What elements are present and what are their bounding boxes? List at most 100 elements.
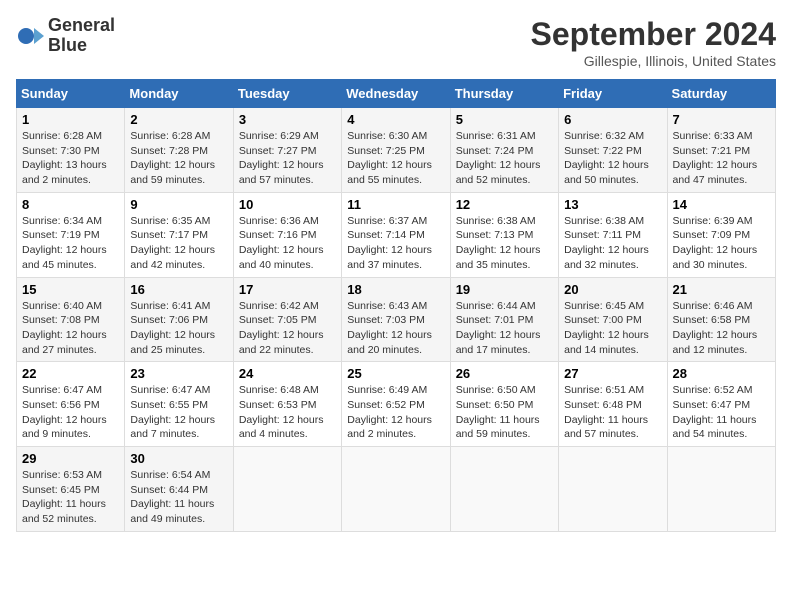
month-title: September 2024 bbox=[531, 16, 776, 53]
day-number: 20 bbox=[564, 282, 661, 297]
day-number: 30 bbox=[130, 451, 227, 466]
calendar-cell: 25 Sunrise: 6:49 AM Sunset: 6:52 PM Dayli… bbox=[342, 362, 450, 447]
logo-icon bbox=[16, 22, 44, 50]
day-number: 3 bbox=[239, 112, 336, 127]
day-number: 25 bbox=[347, 366, 444, 381]
day-number: 5 bbox=[456, 112, 553, 127]
day-info: Sunrise: 6:36 AM Sunset: 7:16 PM Dayligh… bbox=[239, 214, 336, 273]
col-monday: Monday bbox=[125, 80, 233, 108]
day-info: Sunrise: 6:43 AM Sunset: 7:03 PM Dayligh… bbox=[347, 299, 444, 358]
calendar-cell: 21 Sunrise: 6:46 AM Sunset: 6:58 PM Dayli… bbox=[667, 277, 775, 362]
calendar-table: Sunday Monday Tuesday Wednesday Thursday… bbox=[16, 79, 776, 532]
day-number: 4 bbox=[347, 112, 444, 127]
calendar-cell: 18Sunrise: 6:43 AM Sunset: 7:03 PM Dayli… bbox=[342, 277, 450, 362]
day-number: 22 bbox=[22, 366, 119, 381]
calendar-cell: 29 Sunrise: 6:53 AM Sunset: 6:45 PM Dayli… bbox=[17, 447, 125, 532]
calendar-cell: 17 Sunrise: 6:42 AM Sunset: 7:05 PM Dayli… bbox=[233, 277, 341, 362]
day-number: 19 bbox=[456, 282, 553, 297]
calendar-body: 1Sunrise: 6:28 AM Sunset: 7:30 PM Daylig… bbox=[17, 108, 776, 532]
day-info: Sunrise: 6:53 AM Sunset: 6:45 PM Dayligh… bbox=[22, 468, 119, 527]
day-number: 9 bbox=[130, 197, 227, 212]
day-info: Sunrise: 6:39 AM Sunset: 7:09 PM Dayligh… bbox=[673, 214, 770, 273]
calendar-cell: 8 Sunrise: 6:34 AM Sunset: 7:19 PM Daylig… bbox=[17, 192, 125, 277]
day-number: 16 bbox=[130, 282, 227, 297]
day-info: Sunrise: 6:38 AM Sunset: 7:11 PM Dayligh… bbox=[564, 214, 661, 273]
calendar-cell: 28 Sunrise: 6:52 AM Sunset: 6:47 PM Dayli… bbox=[667, 362, 775, 447]
day-info: Sunrise: 6:38 AM Sunset: 7:13 PM Dayligh… bbox=[456, 214, 553, 273]
calendar-cell: 10 Sunrise: 6:36 AM Sunset: 7:16 PM Dayli… bbox=[233, 192, 341, 277]
day-number: 26 bbox=[456, 366, 553, 381]
title-section: September 2024 Gillespie, Illinois, Unit… bbox=[531, 16, 776, 69]
calendar-cell: 26 Sunrise: 6:50 AM Sunset: 6:50 PM Dayli… bbox=[450, 362, 558, 447]
day-info: Sunrise: 6:40 AM Sunset: 7:08 PM Dayligh… bbox=[22, 299, 119, 358]
day-info: Sunrise: 6:46 AM Sunset: 6:58 PM Dayligh… bbox=[673, 299, 770, 358]
day-number: 14 bbox=[673, 197, 770, 212]
logo: General Blue bbox=[16, 16, 115, 56]
calendar-cell: 24 Sunrise: 6:48 AM Sunset: 6:53 PM Dayli… bbox=[233, 362, 341, 447]
calendar-cell: 13 Sunrise: 6:38 AM Sunset: 7:11 PM Dayli… bbox=[559, 192, 667, 277]
day-info: Sunrise: 6:52 AM Sunset: 6:47 PM Dayligh… bbox=[673, 383, 770, 442]
calendar-row-3: 15 Sunrise: 6:40 AM Sunset: 7:08 PM Dayli… bbox=[17, 277, 776, 362]
col-friday: Friday bbox=[559, 80, 667, 108]
page-header: General Blue September 2024 Gillespie, I… bbox=[16, 16, 776, 69]
day-info: Sunrise: 6:28 AM Sunset: 7:28 PM Dayligh… bbox=[130, 129, 227, 188]
col-saturday: Saturday bbox=[667, 80, 775, 108]
calendar-cell: 5 Sunrise: 6:31 AM Sunset: 7:24 PM Daylig… bbox=[450, 108, 558, 193]
calendar-cell: 27 Sunrise: 6:51 AM Sunset: 6:48 PM Dayli… bbox=[559, 362, 667, 447]
day-info: Sunrise: 6:42 AM Sunset: 7:05 PM Dayligh… bbox=[239, 299, 336, 358]
calendar-cell: 22 Sunrise: 6:47 AM Sunset: 6:56 PM Dayli… bbox=[17, 362, 125, 447]
day-info: Sunrise: 6:49 AM Sunset: 6:52 PM Dayligh… bbox=[347, 383, 444, 442]
day-number: 21 bbox=[673, 282, 770, 297]
calendar-row-1: 1Sunrise: 6:28 AM Sunset: 7:30 PM Daylig… bbox=[17, 108, 776, 193]
day-number: 13 bbox=[564, 197, 661, 212]
day-number: 11 bbox=[347, 197, 444, 212]
calendar-row-5: 29 Sunrise: 6:53 AM Sunset: 6:45 PM Dayli… bbox=[17, 447, 776, 532]
col-wednesday: Wednesday bbox=[342, 80, 450, 108]
calendar-cell: 16 Sunrise: 6:41 AM Sunset: 7:06 PM Dayli… bbox=[125, 277, 233, 362]
calendar-cell bbox=[342, 447, 450, 532]
day-number: 24 bbox=[239, 366, 336, 381]
col-tuesday: Tuesday bbox=[233, 80, 341, 108]
day-info: Sunrise: 6:29 AM Sunset: 7:27 PM Dayligh… bbox=[239, 129, 336, 188]
day-info: Sunrise: 6:34 AM Sunset: 7:19 PM Dayligh… bbox=[22, 214, 119, 273]
day-info: Sunrise: 6:51 AM Sunset: 6:48 PM Dayligh… bbox=[564, 383, 661, 442]
day-info: Sunrise: 6:45 AM Sunset: 7:00 PM Dayligh… bbox=[564, 299, 661, 358]
calendar-cell: 15 Sunrise: 6:40 AM Sunset: 7:08 PM Dayli… bbox=[17, 277, 125, 362]
day-number: 1 bbox=[22, 112, 119, 127]
calendar-header: Sunday Monday Tuesday Wednesday Thursday… bbox=[17, 80, 776, 108]
day-number: 29 bbox=[22, 451, 119, 466]
calendar-row-2: 8 Sunrise: 6:34 AM Sunset: 7:19 PM Daylig… bbox=[17, 192, 776, 277]
day-number: 8 bbox=[22, 197, 119, 212]
day-info: Sunrise: 6:44 AM Sunset: 7:01 PM Dayligh… bbox=[456, 299, 553, 358]
col-sunday: Sunday bbox=[17, 80, 125, 108]
calendar-cell: 23Sunrise: 6:47 AM Sunset: 6:55 PM Dayli… bbox=[125, 362, 233, 447]
calendar-cell: 3 Sunrise: 6:29 AM Sunset: 7:27 PM Daylig… bbox=[233, 108, 341, 193]
day-number: 27 bbox=[564, 366, 661, 381]
calendar-cell: 7 Sunrise: 6:33 AM Sunset: 7:21 PM Daylig… bbox=[667, 108, 775, 193]
day-number: 7 bbox=[673, 112, 770, 127]
day-info: Sunrise: 6:37 AM Sunset: 7:14 PM Dayligh… bbox=[347, 214, 444, 273]
day-number: 15 bbox=[22, 282, 119, 297]
calendar-cell: 14 Sunrise: 6:39 AM Sunset: 7:09 PM Dayli… bbox=[667, 192, 775, 277]
day-number: 12 bbox=[456, 197, 553, 212]
calendar-cell: 30 Sunrise: 6:54 AM Sunset: 6:44 PM Dayli… bbox=[125, 447, 233, 532]
day-info: Sunrise: 6:31 AM Sunset: 7:24 PM Dayligh… bbox=[456, 129, 553, 188]
calendar-cell: 6Sunrise: 6:32 AM Sunset: 7:22 PM Daylig… bbox=[559, 108, 667, 193]
day-number: 17 bbox=[239, 282, 336, 297]
day-info: Sunrise: 6:41 AM Sunset: 7:06 PM Dayligh… bbox=[130, 299, 227, 358]
day-number: 10 bbox=[239, 197, 336, 212]
calendar-cell: 19 Sunrise: 6:44 AM Sunset: 7:01 PM Dayli… bbox=[450, 277, 558, 362]
day-info: Sunrise: 6:48 AM Sunset: 6:53 PM Dayligh… bbox=[239, 383, 336, 442]
location-title: Gillespie, Illinois, United States bbox=[531, 53, 776, 69]
day-number: 28 bbox=[673, 366, 770, 381]
header-row: Sunday Monday Tuesday Wednesday Thursday… bbox=[17, 80, 776, 108]
day-info: Sunrise: 6:33 AM Sunset: 7:21 PM Dayligh… bbox=[673, 129, 770, 188]
calendar-cell: 11 Sunrise: 6:37 AM Sunset: 7:14 PM Dayli… bbox=[342, 192, 450, 277]
day-number: 2 bbox=[130, 112, 227, 127]
day-info: Sunrise: 6:35 AM Sunset: 7:17 PM Dayligh… bbox=[130, 214, 227, 273]
calendar-cell bbox=[559, 447, 667, 532]
day-number: 6 bbox=[564, 112, 661, 127]
day-info: Sunrise: 6:50 AM Sunset: 6:50 PM Dayligh… bbox=[456, 383, 553, 442]
day-info: Sunrise: 6:54 AM Sunset: 6:44 PM Dayligh… bbox=[130, 468, 227, 527]
day-info: Sunrise: 6:47 AM Sunset: 6:56 PM Dayligh… bbox=[22, 383, 119, 442]
